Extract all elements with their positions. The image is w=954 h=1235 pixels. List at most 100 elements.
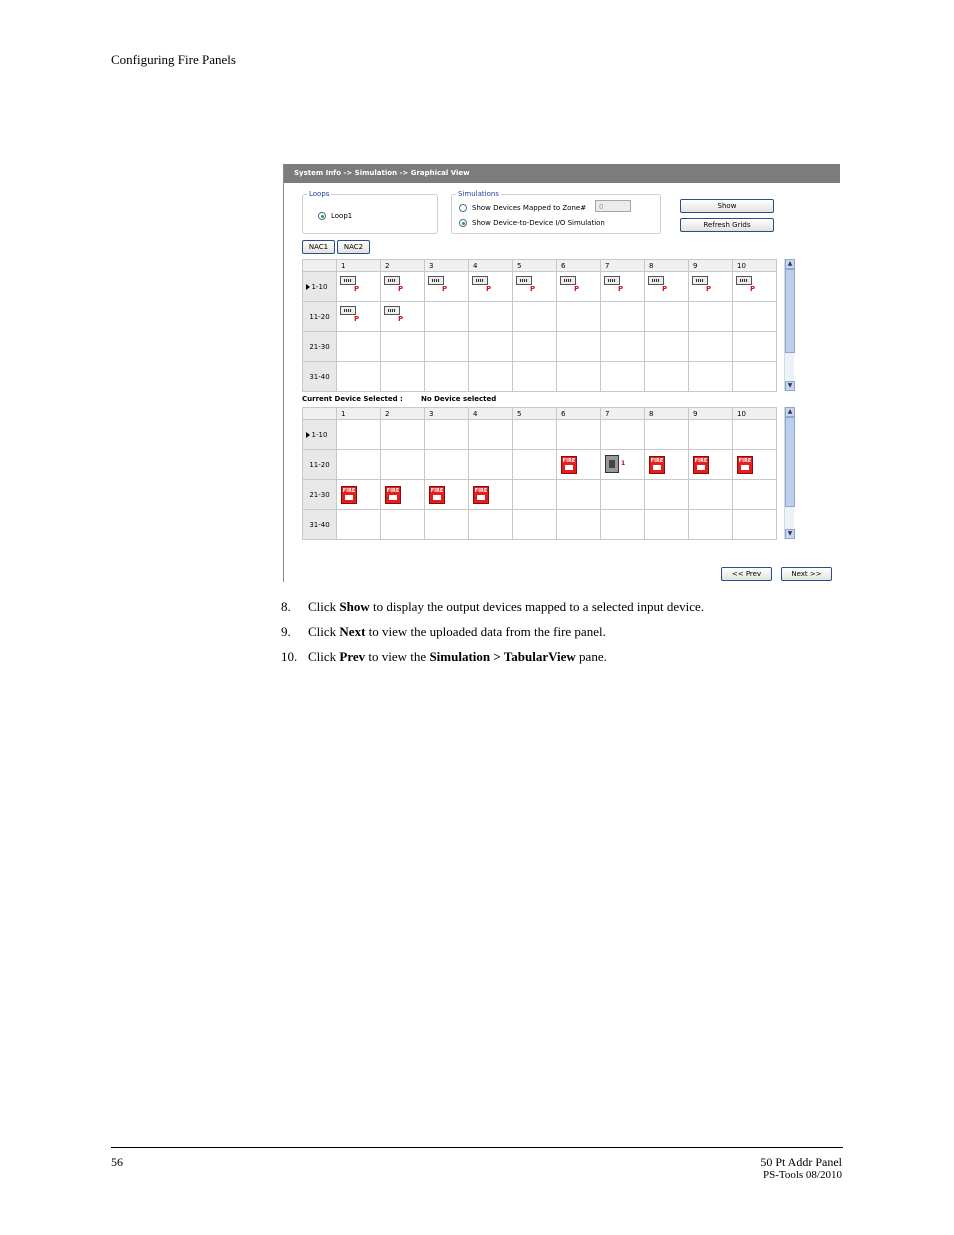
grid-cell[interactable]: FIRE <box>688 449 733 480</box>
row-header[interactable]: 21-30 <box>302 331 337 362</box>
grid-cell[interactable]: P <box>732 271 777 302</box>
grid-cell[interactable]: FIRE <box>336 479 381 510</box>
grid-cell[interactable] <box>468 331 513 362</box>
show-button[interactable]: Show <box>680 199 774 213</box>
grid-cell[interactable] <box>512 419 557 450</box>
grid-cell[interactable] <box>556 331 601 362</box>
grid-cell[interactable] <box>424 361 469 392</box>
grid-cell[interactable] <box>380 449 425 480</box>
grid-cell[interactable] <box>644 509 689 540</box>
row-header[interactable]: 31-40 <box>302 361 337 392</box>
column-header[interactable]: 9 <box>688 259 733 272</box>
pull-station-icon[interactable]: FIRE <box>473 486 489 504</box>
grid-cell[interactable] <box>556 419 601 450</box>
grid-cell[interactable] <box>424 449 469 480</box>
scroll-up-icon[interactable]: ▲ <box>785 407 795 417</box>
row-header[interactable]: 21-30 <box>302 479 337 510</box>
detector-icon[interactable]: P <box>384 276 406 294</box>
grid-cell[interactable]: 1 <box>600 449 645 480</box>
detector-icon[interactable]: P <box>604 276 626 294</box>
row-header[interactable]: 11-20 <box>302 449 337 480</box>
top-grid-scrollbar[interactable]: ▲ ▼ <box>784 259 795 391</box>
grid-cell[interactable] <box>644 479 689 510</box>
detector-icon[interactable]: P <box>692 276 714 294</box>
grid-cell[interactable]: FIRE <box>380 479 425 510</box>
grid-cell[interactable] <box>468 361 513 392</box>
pull-station-icon[interactable]: FIRE <box>385 486 401 504</box>
grid-cell[interactable]: FIRE <box>644 449 689 480</box>
column-header[interactable]: 2 <box>380 407 425 420</box>
pull-station-icon[interactable]: FIRE <box>693 456 709 474</box>
bottom-grid-scrollbar[interactable]: ▲ ▼ <box>784 407 795 539</box>
column-header[interactable]: 8 <box>644 407 689 420</box>
grid-cell[interactable]: P <box>512 271 557 302</box>
grid-cell[interactable] <box>732 479 777 510</box>
grid-cell[interactable] <box>600 479 645 510</box>
detector-icon[interactable]: P <box>516 276 538 294</box>
grid-cell[interactable] <box>600 419 645 450</box>
grid-cell[interactable] <box>512 449 557 480</box>
column-header[interactable]: 5 <box>512 259 557 272</box>
grid-cell[interactable] <box>380 331 425 362</box>
column-header[interactable]: 1 <box>336 407 381 420</box>
io-simulation-radio[interactable] <box>459 219 467 227</box>
row-header[interactable]: 1-10 <box>302 419 337 450</box>
grid-cell[interactable] <box>424 509 469 540</box>
grid-cell[interactable]: P <box>644 271 689 302</box>
zone-number-input[interactable]: 0 <box>595 200 631 212</box>
grid-cell[interactable] <box>600 301 645 332</box>
grid-cell[interactable] <box>380 509 425 540</box>
grid-cell[interactable] <box>336 361 381 392</box>
grid-cell[interactable] <box>424 331 469 362</box>
nac1-button[interactable]: NAC1 <box>302 240 335 254</box>
grid-cell[interactable] <box>688 331 733 362</box>
detector-icon[interactable]: P <box>648 276 670 294</box>
row-header[interactable]: 1-10 <box>302 271 337 302</box>
grid-cell[interactable]: P <box>600 271 645 302</box>
grid-cell[interactable] <box>688 509 733 540</box>
grid-cell[interactable]: FIRE <box>556 449 601 480</box>
grid-cell[interactable] <box>732 301 777 332</box>
column-header[interactable]: 10 <box>732 407 777 420</box>
grid-cell[interactable]: FIRE <box>468 479 513 510</box>
grid-cell[interactable] <box>468 509 513 540</box>
grid-cell[interactable]: FIRE <box>732 449 777 480</box>
grid-cell[interactable] <box>424 301 469 332</box>
grid-cell[interactable] <box>512 479 557 510</box>
grid-cell[interactable] <box>556 479 601 510</box>
scroll-down-icon[interactable]: ▼ <box>785 529 795 539</box>
detector-icon[interactable]: P <box>736 276 758 294</box>
column-header[interactable]: 5 <box>512 407 557 420</box>
grid-cell[interactable] <box>556 361 601 392</box>
grid-cell[interactable] <box>644 301 689 332</box>
pull-station-icon[interactable]: FIRE <box>429 486 445 504</box>
row-header[interactable]: 11-20 <box>302 301 337 332</box>
column-header[interactable]: 4 <box>468 259 513 272</box>
column-header[interactable]: 7 <box>600 407 645 420</box>
loop1-radio[interactable] <box>318 212 326 220</box>
grid-cell[interactable] <box>512 331 557 362</box>
refresh-grids-button[interactable]: Refresh Grids <box>680 218 774 232</box>
grid-cell[interactable] <box>732 331 777 362</box>
detector-icon[interactable]: P <box>472 276 494 294</box>
nac2-button[interactable]: NAC2 <box>337 240 370 254</box>
grid-cell[interactable] <box>468 419 513 450</box>
column-header[interactable]: 6 <box>556 259 601 272</box>
grid-cell[interactable] <box>424 419 469 450</box>
column-header[interactable]: 3 <box>424 259 469 272</box>
column-header[interactable]: 9 <box>688 407 733 420</box>
grid-cell[interactable] <box>512 509 557 540</box>
column-header[interactable]: 10 <box>732 259 777 272</box>
grid-cell[interactable] <box>600 361 645 392</box>
column-header[interactable]: 2 <box>380 259 425 272</box>
grid-cell[interactable] <box>688 301 733 332</box>
scroll-up-icon[interactable]: ▲ <box>785 259 795 269</box>
column-header[interactable]: 6 <box>556 407 601 420</box>
grid-cell[interactable]: P <box>688 271 733 302</box>
column-header[interactable]: 4 <box>468 407 513 420</box>
detector-icon[interactable]: P <box>560 276 582 294</box>
grid-cell[interactable]: P <box>468 271 513 302</box>
pull-station-icon[interactable]: FIRE <box>737 456 753 474</box>
prev-button[interactable]: << Prev <box>721 567 772 581</box>
grid-cell[interactable] <box>380 419 425 450</box>
